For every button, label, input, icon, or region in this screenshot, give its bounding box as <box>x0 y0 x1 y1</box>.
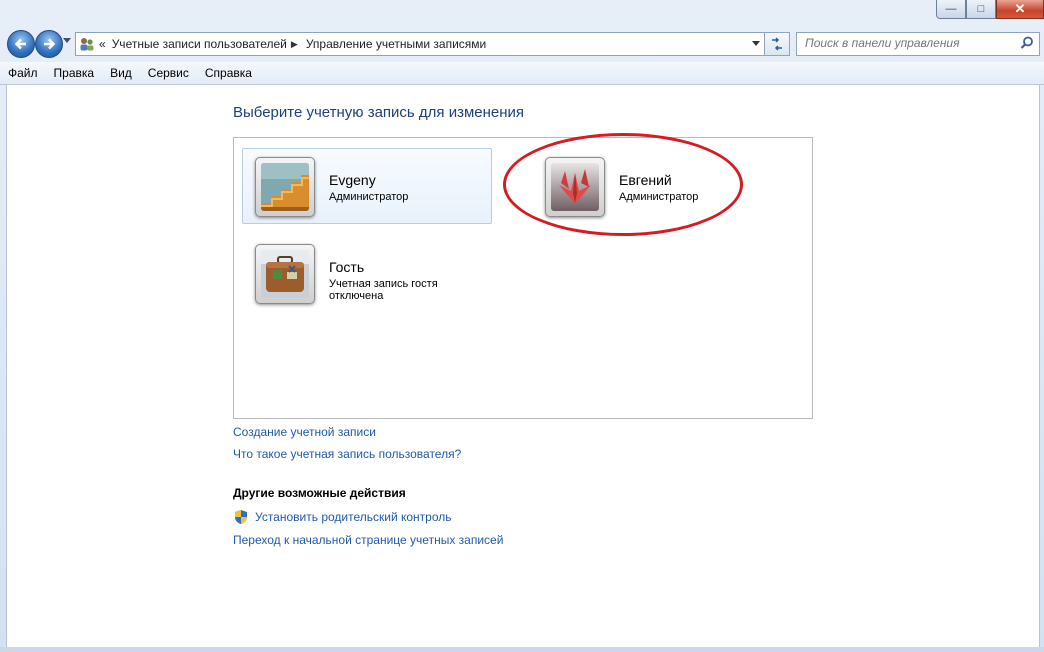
address-dropdown-icon[interactable] <box>752 41 760 46</box>
menu-item-help[interactable]: Справка <box>197 66 260 80</box>
navigation-bar: « Учетные записи пользователей ▶ Управле… <box>0 28 1044 60</box>
accounts-panel: Evgeny Администратор Евгений Администрат… <box>233 137 813 419</box>
stairs-picture <box>261 163 309 211</box>
menu-item-edit[interactable]: Правка <box>46 66 103 80</box>
account-name: Evgeny <box>329 172 376 188</box>
breadcrumb-item-manage-accounts[interactable]: Управление учетными записями <box>306 37 486 51</box>
window-bottom-border <box>0 647 1044 652</box>
window-controls: — □ ✕ <box>936 0 1044 20</box>
arrow-right-icon <box>44 38 56 50</box>
users-icon <box>80 38 94 51</box>
menu-bar: Файл Правка Вид Сервис Справка <box>0 62 1044 85</box>
account-name: Евгений <box>619 172 672 188</box>
other-actions-heading: Другие возможные действия <box>233 486 406 500</box>
menu-item-tools[interactable]: Сервис <box>140 66 197 80</box>
content-pane: Выберите учетную запись для изменения Ev… <box>6 85 1040 648</box>
forward-button[interactable] <box>35 30 63 58</box>
minimize-button[interactable]: — <box>936 0 966 19</box>
close-button[interactable]: ✕ <box>996 0 1044 19</box>
maximize-button[interactable]: □ <box>966 0 996 19</box>
search-box[interactable] <box>796 32 1040 56</box>
uac-shield-icon <box>235 510 247 524</box>
suitcase-picture <box>261 250 309 298</box>
account-name: Гость <box>329 259 365 275</box>
address-bar[interactable]: « Учетные записи пользователей ▶ Управле… <box>75 32 765 56</box>
avatar <box>255 157 315 217</box>
back-button[interactable] <box>7 30 35 58</box>
accounts-home-link[interactable]: Переход к начальной странице учетных зап… <box>233 533 503 547</box>
breadcrumb-overflow-chevron[interactable]: « <box>99 37 106 51</box>
recent-pages-dropdown[interactable] <box>63 38 71 43</box>
refresh-button[interactable] <box>764 32 790 56</box>
arrow-left-icon <box>14 38 26 50</box>
what-is-account-link[interactable]: Что такое учетная запись пользователя? <box>233 447 461 461</box>
breadcrumb-separator-icon[interactable]: ▶ <box>291 39 298 50</box>
account-role: Администратор <box>329 191 409 203</box>
menu-item-view[interactable]: Вид <box>102 66 140 80</box>
account-tile-evgeniy[interactable]: Евгений Администратор <box>532 148 782 224</box>
page-title: Выберите учетную запись для изменения <box>233 104 525 121</box>
parental-control-link[interactable]: Установить родительский контроль <box>255 510 452 524</box>
account-role: Администратор <box>619 191 699 203</box>
search-input[interactable] <box>797 33 1015 53</box>
avatar <box>545 157 605 217</box>
control-panel-window: — □ ✕ « Учетные записи пользователей ▶ У… <box>0 0 1044 652</box>
origami-crane-picture <box>551 163 599 211</box>
refresh-icon <box>772 37 782 51</box>
create-account-link[interactable]: Создание учетной записи <box>233 425 376 439</box>
search-icon[interactable] <box>1020 36 1034 50</box>
account-tile-guest[interactable]: Гость Учетная запись гостя отключена <box>242 235 492 311</box>
account-role: Учетная запись гостя отключена <box>329 278 438 302</box>
avatar <box>255 244 315 304</box>
breadcrumb-item-user-accounts[interactable]: Учетные записи пользователей <box>112 37 287 51</box>
account-tile-evgeny[interactable]: Evgeny Администратор <box>242 148 492 224</box>
menu-item-file[interactable]: Файл <box>0 66 46 80</box>
